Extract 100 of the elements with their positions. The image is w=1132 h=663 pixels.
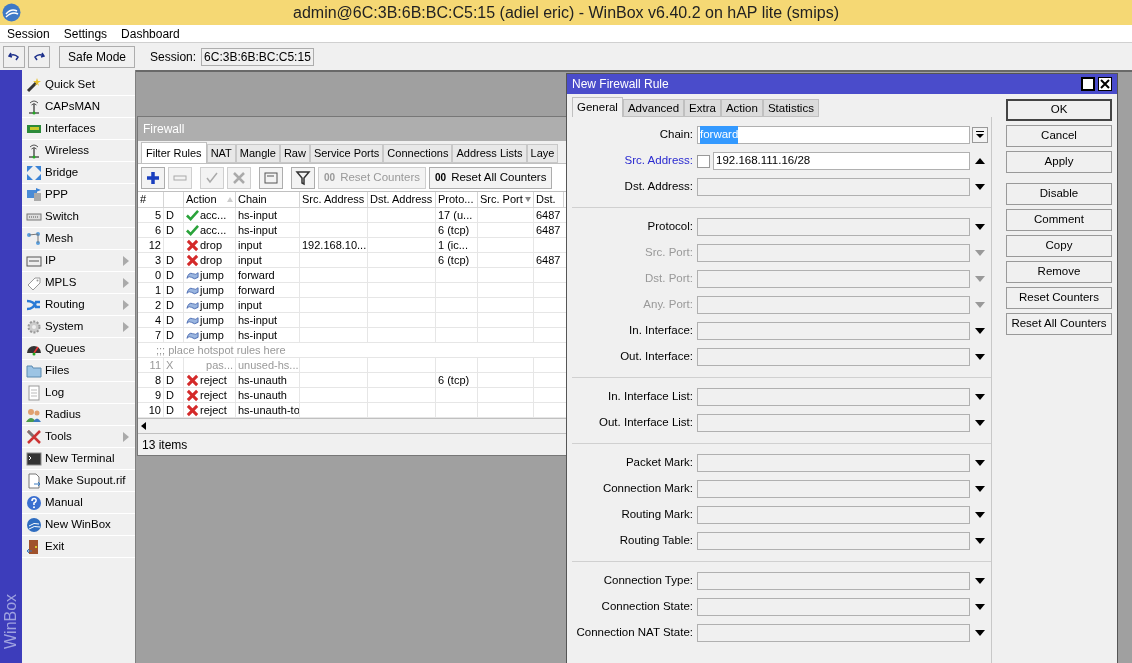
comment-button[interactable]	[259, 166, 283, 189]
sidebar-item[interactable]: Routing	[22, 294, 135, 316]
redo-button[interactable]	[28, 45, 50, 68]
column-header[interactable]: Chain	[236, 192, 300, 207]
sidebar-item[interactable]: Bridge	[22, 162, 135, 184]
expand-arrow-icon[interactable]	[975, 512, 985, 518]
sidebar-item[interactable]: Wireless	[22, 140, 135, 162]
dialog-button[interactable]: Apply	[1006, 151, 1112, 173]
dropdown-button[interactable]	[972, 127, 988, 143]
sidebar-item[interactable]: PPP	[22, 184, 135, 206]
sidebar-item[interactable]: New Terminal	[22, 448, 135, 470]
expand-arrow-icon[interactable]	[975, 184, 985, 190]
collapse-arrow-icon[interactable]	[975, 158, 985, 164]
input-field[interactable]	[697, 178, 970, 196]
table-row[interactable]: 3 D drop input 6 (tcp) 6487	[138, 253, 566, 268]
table-row[interactable]: 4 D jump hs-input	[138, 313, 566, 328]
input-field[interactable]	[697, 218, 970, 236]
sidebar-item[interactable]: CAPsMAN	[22, 96, 135, 118]
sidebar-item[interactable]: Files	[22, 360, 135, 382]
expand-arrow-icon[interactable]	[975, 460, 985, 466]
sidebar-item[interactable]: Make Supout.rif	[22, 470, 135, 492]
sidebar-item[interactable]: System	[22, 316, 135, 338]
tab[interactable]: Laye	[526, 144, 559, 163]
tab[interactable]: Filter Rules	[141, 142, 207, 163]
table-row[interactable]: 8 D reject hs-unauth 6 (tcp)	[138, 373, 566, 388]
safe-mode-button[interactable]: Safe Mode	[59, 45, 136, 68]
input-field[interactable]	[697, 598, 970, 616]
filter-button[interactable]	[291, 166, 315, 189]
column-header[interactable]: Dst. Address	[368, 192, 436, 207]
column-header[interactable]: #	[138, 192, 164, 207]
table-row[interactable]: 7 D jump hs-input	[138, 328, 566, 343]
input-field[interactable]	[697, 506, 970, 524]
sidebar-item[interactable]: IP	[22, 250, 135, 272]
tab[interactable]: Extra	[684, 99, 721, 117]
sidebar-item[interactable]: Interfaces	[22, 118, 135, 140]
input-field[interactable]	[697, 296, 970, 314]
expand-arrow-icon[interactable]	[975, 420, 985, 426]
sidebar-item[interactable]: Radius	[22, 404, 135, 426]
sidebar-item[interactable]: Manual	[22, 492, 135, 514]
input-field[interactable]	[697, 532, 970, 550]
table-row[interactable]: 0 D jump forward	[138, 268, 566, 283]
dialog-button[interactable]: Copy	[1006, 235, 1112, 257]
expand-arrow-icon[interactable]	[975, 394, 985, 400]
table-row[interactable]: 6 D acc... hs-input 6 (tcp) 6487	[138, 223, 566, 238]
input-field[interactable]	[697, 348, 970, 366]
close-button[interactable]	[1098, 77, 1112, 91]
sidebar-item[interactable]: New WinBox	[22, 514, 135, 536]
input-field[interactable]	[697, 388, 970, 406]
negate-checkbox[interactable]	[697, 154, 710, 168]
input-field[interactable]	[697, 572, 970, 590]
input-field[interactable]	[697, 244, 970, 262]
menu-item[interactable]: Settings	[63, 24, 108, 43]
tab[interactable]: Mangle	[235, 144, 280, 163]
dialog-button[interactable]: Reset All Counters	[1006, 313, 1112, 335]
column-header[interactable]: Dst.	[534, 192, 564, 207]
column-header[interactable]: Proto...	[436, 192, 478, 207]
tab[interactable]: Statistics	[762, 99, 819, 117]
sidebar-item[interactable]: Queues	[22, 338, 135, 360]
tab[interactable]: Address Lists	[452, 144, 527, 163]
tab[interactable]: Action	[720, 99, 763, 117]
tab[interactable]: Advanced	[622, 99, 685, 117]
sidebar-item[interactable]: Tools	[22, 426, 135, 448]
sidebar-item[interactable]: Quick Set	[22, 74, 135, 96]
table-row[interactable]: 5 D acc... hs-input 17 (u... 6487	[138, 208, 566, 223]
dialog-button[interactable]: Cancel	[1006, 125, 1112, 147]
session-field[interactable]: 6C:3B:6B:BC:C5:15	[201, 47, 314, 66]
expand-arrow-icon[interactable]	[975, 224, 985, 230]
tab[interactable]: NAT	[206, 144, 236, 163]
maximize-button[interactable]	[1081, 77, 1095, 91]
table-row[interactable]: 9 D reject hs-unauth	[138, 388, 566, 403]
expand-arrow-icon[interactable]	[975, 538, 985, 544]
expand-arrow-icon[interactable]	[975, 354, 985, 360]
column-header[interactable]: Src. Port	[478, 192, 534, 207]
tab[interactable]: Service Ports	[309, 144, 384, 163]
dialog-button[interactable]: OK	[1006, 99, 1112, 121]
dialog-button[interactable]: Disable	[1006, 183, 1112, 205]
scrollbar[interactable]	[138, 418, 566, 433]
input-field[interactable]	[697, 414, 970, 432]
table-row[interactable]: 2 D jump input	[138, 298, 566, 313]
column-header[interactable]: Action	[184, 192, 236, 207]
expand-arrow-icon[interactable]	[975, 578, 985, 584]
input-field[interactable]	[697, 480, 970, 498]
expand-arrow-icon[interactable]	[975, 486, 985, 492]
tab[interactable]: General	[572, 97, 623, 117]
column-header[interactable]: Src. Address	[300, 192, 368, 207]
input-field[interactable]: 192.168.111.16/28	[713, 152, 970, 170]
sidebar-item[interactable]: Log	[22, 382, 135, 404]
sidebar-item[interactable]: MPLS	[22, 272, 135, 294]
menu-item[interactable]: Session	[7, 24, 50, 43]
reset-button[interactable]: 00 Reset All Counters	[429, 166, 553, 189]
table-row[interactable]: 12 drop input 192.168.10... 1 (ic...	[138, 238, 566, 253]
add-button[interactable]	[141, 166, 165, 189]
input-field[interactable]	[697, 624, 970, 642]
menu-item[interactable]: Dashboard	[121, 24, 180, 43]
input-field[interactable]	[697, 322, 970, 340]
tab[interactable]: Connections	[383, 144, 453, 163]
expand-arrow-icon[interactable]	[975, 630, 985, 636]
undo-button[interactable]	[3, 45, 25, 68]
tab[interactable]: Raw	[279, 144, 310, 163]
expand-arrow-icon[interactable]	[975, 328, 985, 334]
